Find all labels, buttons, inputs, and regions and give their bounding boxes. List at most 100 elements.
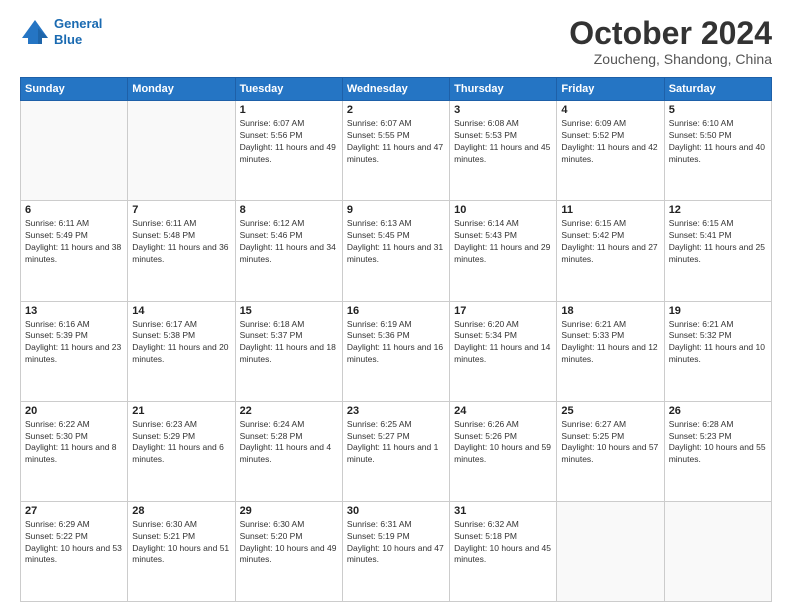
day-info: Sunrise: 6:10 AM Sunset: 5:50 PM Dayligh… <box>669 118 767 166</box>
day-number: 2 <box>347 104 445 116</box>
col-friday: Friday <box>557 78 664 101</box>
calendar-cell <box>557 501 664 601</box>
day-number: 25 <box>561 405 659 417</box>
day-info: Sunrise: 6:32 AM Sunset: 5:18 PM Dayligh… <box>454 519 552 567</box>
month-title: October 2024 <box>569 16 772 51</box>
calendar-cell: 25 Sunrise: 6:27 AM Sunset: 5:25 PM Dayli… <box>557 401 664 501</box>
week-row-1: 6 Sunrise: 6:11 AM Sunset: 5:49 PM Daylig… <box>21 201 772 301</box>
col-sunday: Sunday <box>21 78 128 101</box>
day-info: Sunrise: 6:16 AM Sunset: 5:39 PM Dayligh… <box>25 319 123 367</box>
day-number: 15 <box>240 305 338 317</box>
col-thursday: Thursday <box>450 78 557 101</box>
calendar-cell: 16Sunrise: 6:19 AM Sunset: 5:36 PM Dayli… <box>342 301 449 401</box>
calendar-cell: 24Sunrise: 6:26 AM Sunset: 5:26 PM Dayli… <box>450 401 557 501</box>
day-number: 29 <box>240 505 338 517</box>
day-number: 18 <box>561 305 659 317</box>
day-number: 4 <box>561 104 659 116</box>
day-info: Sunrise: 6:24 AM Sunset: 5:28 PM Dayligh… <box>240 419 338 467</box>
day-number: 6 <box>25 204 123 216</box>
day-info: Sunrise: 6:15 AM Sunset: 5:42 PM Dayligh… <box>561 218 659 266</box>
calendar-cell <box>664 501 771 601</box>
day-info: Sunrise: 6:08 AM Sunset: 5:53 PM Dayligh… <box>454 118 552 166</box>
day-number: 3 <box>454 104 552 116</box>
week-row-2: 13 Sunrise: 6:16 AM Sunset: 5:39 PM Dayli… <box>21 301 772 401</box>
calendar-cell: 29 Sunrise: 6:30 AM Sunset: 5:20 PM Dayli… <box>235 501 342 601</box>
calendar-cell <box>21 101 128 201</box>
day-number: 8 <box>240 204 338 216</box>
calendar-cell: 12Sunrise: 6:15 AM Sunset: 5:41 PM Dayli… <box>664 201 771 301</box>
calendar-cell: 20Sunrise: 6:22 AM Sunset: 5:30 PM Dayli… <box>21 401 128 501</box>
col-wednesday: Wednesday <box>342 78 449 101</box>
location-subtitle: Zoucheng, Shandong, China <box>569 51 772 67</box>
day-number: 14 <box>132 305 230 317</box>
day-number: 19 <box>669 305 767 317</box>
week-row-3: 20Sunrise: 6:22 AM Sunset: 5:30 PM Dayli… <box>21 401 772 501</box>
calendar-cell: 11 Sunrise: 6:15 AM Sunset: 5:42 PM Dayli… <box>557 201 664 301</box>
day-info: Sunrise: 6:31 AM Sunset: 5:19 PM Dayligh… <box>347 519 445 567</box>
day-info: Sunrise: 6:09 AM Sunset: 5:52 PM Dayligh… <box>561 118 659 166</box>
day-info: Sunrise: 6:11 AM Sunset: 5:48 PM Dayligh… <box>132 218 230 266</box>
calendar-cell: 8 Sunrise: 6:12 AM Sunset: 5:46 PM Daylig… <box>235 201 342 301</box>
page: General Blue October 2024 Zoucheng, Shan… <box>0 0 792 612</box>
day-info: Sunrise: 6:13 AM Sunset: 5:45 PM Dayligh… <box>347 218 445 266</box>
day-info: Sunrise: 6:07 AM Sunset: 5:55 PM Dayligh… <box>347 118 445 166</box>
calendar-cell: 1Sunrise: 6:07 AM Sunset: 5:56 PM Daylig… <box>235 101 342 201</box>
day-info: Sunrise: 6:21 AM Sunset: 5:33 PM Dayligh… <box>561 319 659 367</box>
calendar-cell: 27 Sunrise: 6:29 AM Sunset: 5:22 PM Dayli… <box>21 501 128 601</box>
calendar-cell <box>128 101 235 201</box>
day-number: 23 <box>347 405 445 417</box>
day-info: Sunrise: 6:18 AM Sunset: 5:37 PM Dayligh… <box>240 319 338 367</box>
logo-text: General Blue <box>54 16 102 47</box>
week-row-0: 1Sunrise: 6:07 AM Sunset: 5:56 PM Daylig… <box>21 101 772 201</box>
day-info: Sunrise: 6:30 AM Sunset: 5:21 PM Dayligh… <box>132 519 230 567</box>
col-tuesday: Tuesday <box>235 78 342 101</box>
calendar-cell: 26Sunrise: 6:28 AM Sunset: 5:23 PM Dayli… <box>664 401 771 501</box>
calendar-cell: 9Sunrise: 6:13 AM Sunset: 5:45 PM Daylig… <box>342 201 449 301</box>
calendar-cell: 19 Sunrise: 6:21 AM Sunset: 5:32 PM Dayli… <box>664 301 771 401</box>
day-info: Sunrise: 6:15 AM Sunset: 5:41 PM Dayligh… <box>669 218 767 266</box>
day-info: Sunrise: 6:17 AM Sunset: 5:38 PM Dayligh… <box>132 319 230 367</box>
logo-line2: Blue <box>54 32 82 47</box>
calendar-cell: 15 Sunrise: 6:18 AM Sunset: 5:37 PM Dayli… <box>235 301 342 401</box>
day-info: Sunrise: 6:11 AM Sunset: 5:49 PM Dayligh… <box>25 218 123 266</box>
calendar-cell: 13 Sunrise: 6:16 AM Sunset: 5:39 PM Dayli… <box>21 301 128 401</box>
calendar-cell: 2 Sunrise: 6:07 AM Sunset: 5:55 PM Daylig… <box>342 101 449 201</box>
day-info: Sunrise: 6:29 AM Sunset: 5:22 PM Dayligh… <box>25 519 123 567</box>
header: General Blue October 2024 Zoucheng, Shan… <box>20 16 772 67</box>
day-number: 31 <box>454 505 552 517</box>
day-info: Sunrise: 6:07 AM Sunset: 5:56 PM Dayligh… <box>240 118 338 166</box>
day-info: Sunrise: 6:30 AM Sunset: 5:20 PM Dayligh… <box>240 519 338 567</box>
day-number: 13 <box>25 305 123 317</box>
day-info: Sunrise: 6:25 AM Sunset: 5:27 PM Dayligh… <box>347 419 445 467</box>
calendar-table: Sunday Monday Tuesday Wednesday Thursday… <box>20 77 772 602</box>
logo-line1: General <box>54 16 102 31</box>
day-number: 27 <box>25 505 123 517</box>
calendar-cell: 10Sunrise: 6:14 AM Sunset: 5:43 PM Dayli… <box>450 201 557 301</box>
calendar-cell: 6 Sunrise: 6:11 AM Sunset: 5:49 PM Daylig… <box>21 201 128 301</box>
calendar-cell: 30Sunrise: 6:31 AM Sunset: 5:19 PM Dayli… <box>342 501 449 601</box>
calendar-cell: 28 Sunrise: 6:30 AM Sunset: 5:21 PM Dayli… <box>128 501 235 601</box>
calendar-cell: 21Sunrise: 6:23 AM Sunset: 5:29 PM Dayli… <box>128 401 235 501</box>
calendar-header: Sunday Monday Tuesday Wednesday Thursday… <box>21 78 772 101</box>
week-row-4: 27 Sunrise: 6:29 AM Sunset: 5:22 PM Dayli… <box>21 501 772 601</box>
day-number: 28 <box>132 505 230 517</box>
day-info: Sunrise: 6:27 AM Sunset: 5:25 PM Dayligh… <box>561 419 659 467</box>
day-number: 11 <box>561 204 659 216</box>
day-number: 20 <box>25 405 123 417</box>
day-number: 10 <box>454 204 552 216</box>
calendar-cell: 4 Sunrise: 6:09 AM Sunset: 5:52 PM Daylig… <box>557 101 664 201</box>
day-info: Sunrise: 6:20 AM Sunset: 5:34 PM Dayligh… <box>454 319 552 367</box>
day-number: 16 <box>347 305 445 317</box>
calendar-cell: 18 Sunrise: 6:21 AM Sunset: 5:33 PM Dayli… <box>557 301 664 401</box>
day-number: 21 <box>132 405 230 417</box>
logo-icon <box>20 18 50 46</box>
day-number: 24 <box>454 405 552 417</box>
calendar-cell: 17Sunrise: 6:20 AM Sunset: 5:34 PM Dayli… <box>450 301 557 401</box>
day-info: Sunrise: 6:21 AM Sunset: 5:32 PM Dayligh… <box>669 319 767 367</box>
title-block: October 2024 Zoucheng, Shandong, China <box>569 16 772 67</box>
day-info: Sunrise: 6:12 AM Sunset: 5:46 PM Dayligh… <box>240 218 338 266</box>
day-number: 26 <box>669 405 767 417</box>
calendar-cell: 5Sunrise: 6:10 AM Sunset: 5:50 PM Daylig… <box>664 101 771 201</box>
calendar-cell: 14 Sunrise: 6:17 AM Sunset: 5:38 PM Dayli… <box>128 301 235 401</box>
logo: General Blue <box>20 16 102 47</box>
